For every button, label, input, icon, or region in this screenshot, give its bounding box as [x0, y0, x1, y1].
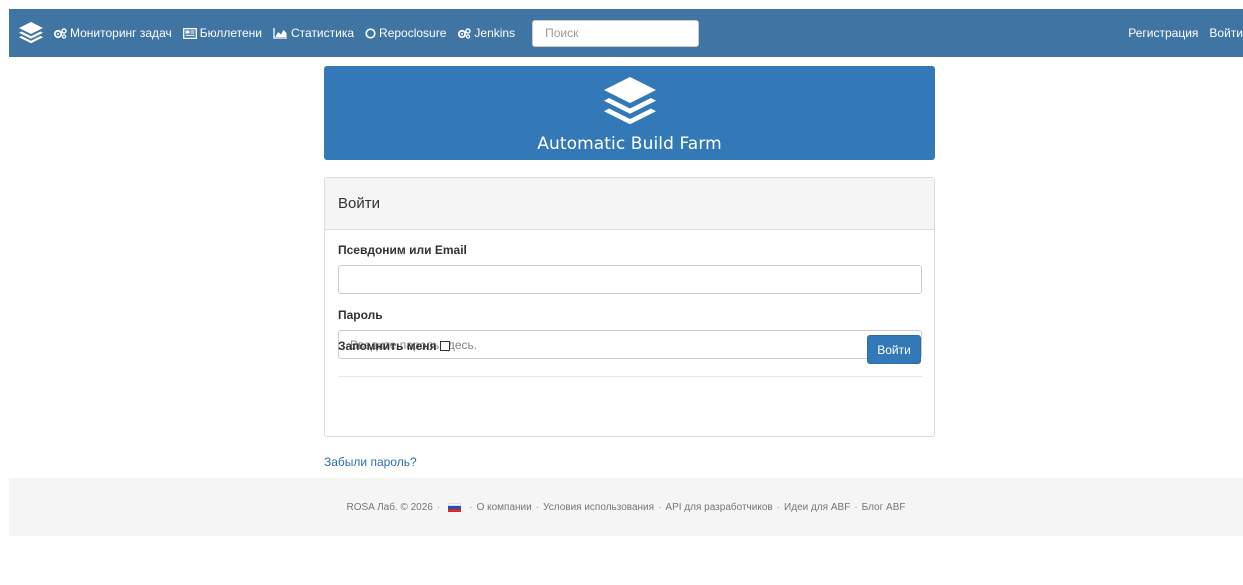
- footer-link-api[interactable]: API для разработчиков: [665, 502, 772, 513]
- nav-item-bulletins[interactable]: Бюллетени: [182, 26, 262, 40]
- gears-icon: [457, 27, 472, 39]
- remember-me[interactable]: Запомнить меня: [338, 339, 450, 353]
- nav-item-repoclosure[interactable]: Repoclosure: [365, 26, 446, 40]
- nav-label: Бюллетени: [199, 26, 262, 40]
- brand-logo[interactable]: [9, 9, 53, 57]
- forgot-password-link[interactable]: Забыли пароль?: [324, 455, 417, 469]
- footer-separator: ·: [436, 501, 441, 513]
- circle-o-icon: [365, 27, 376, 39]
- footer-separator: ·: [776, 501, 781, 513]
- footer: ROSA Лаб. © 2026 · · О компании · Услови…: [9, 478, 1243, 536]
- nav-label: Jenkins: [474, 26, 516, 40]
- username-input[interactable]: [338, 265, 922, 294]
- login-link[interactable]: Войти: [1209, 26, 1243, 40]
- nav-label: Мониторинг задач: [70, 26, 172, 40]
- footer-separator: ·: [658, 501, 662, 513]
- top-border: [0, 0, 1243, 9]
- footer-separator: ·: [469, 501, 473, 513]
- nav-right: Регистрация Войти: [1117, 26, 1243, 40]
- banner-title: Automatic Build Farm: [537, 134, 722, 154]
- remember-me-checkbox[interactable]: [439, 341, 450, 351]
- register-link[interactable]: Регистрация: [1128, 26, 1198, 40]
- footer-link-blog[interactable]: Блог ABF: [862, 502, 906, 513]
- login-button[interactable]: Войти: [867, 335, 921, 364]
- layers-icon: [19, 22, 43, 44]
- gears-icon: [53, 27, 67, 39]
- footer-copyright: ROSA Лаб. © 2026: [346, 501, 433, 513]
- nav-item-monitoring[interactable]: Мониторинг задач: [53, 26, 172, 40]
- area-chart-icon: [273, 27, 288, 39]
- abf-banner: Automatic Build Farm: [324, 66, 935, 160]
- nav-item-jenkins[interactable]: Jenkins: [457, 26, 515, 40]
- footer-link-about[interactable]: О компании: [477, 502, 532, 513]
- top-navbar: Мониторинг задач Бюллетени Статистика Re…: [9, 9, 1243, 57]
- remember-me-label: Запомнить меня: [338, 339, 437, 353]
- username-label: Псевдоним или Email: [338, 243, 467, 257]
- search-input[interactable]: [532, 19, 700, 47]
- newspaper-icon: [182, 27, 197, 39]
- footer-link-terms[interactable]: Условия использования: [543, 502, 654, 513]
- password-label: Пароль: [338, 308, 383, 322]
- layers-icon: [603, 77, 656, 125]
- footer-separator: ·: [854, 501, 858, 513]
- login-panel: Войти Псевдоним или Email Пароль Запомни…: [324, 177, 935, 437]
- form-divider: [338, 376, 922, 377]
- nav-label: Repoclosure: [379, 26, 447, 40]
- footer-separator: ·: [535, 501, 540, 513]
- nav-label: Статистика: [291, 26, 355, 40]
- footer-link-ideas[interactable]: Идеи для ABF: [784, 502, 850, 513]
- left-border: [0, 9, 9, 585]
- nav-item-statistics[interactable]: Статистика: [273, 26, 354, 40]
- login-panel-heading: Войти: [325, 178, 934, 230]
- login-panel-body: Псевдоним или Email Пароль: [325, 243, 934, 377]
- russia-flag-icon[interactable]: [448, 502, 462, 512]
